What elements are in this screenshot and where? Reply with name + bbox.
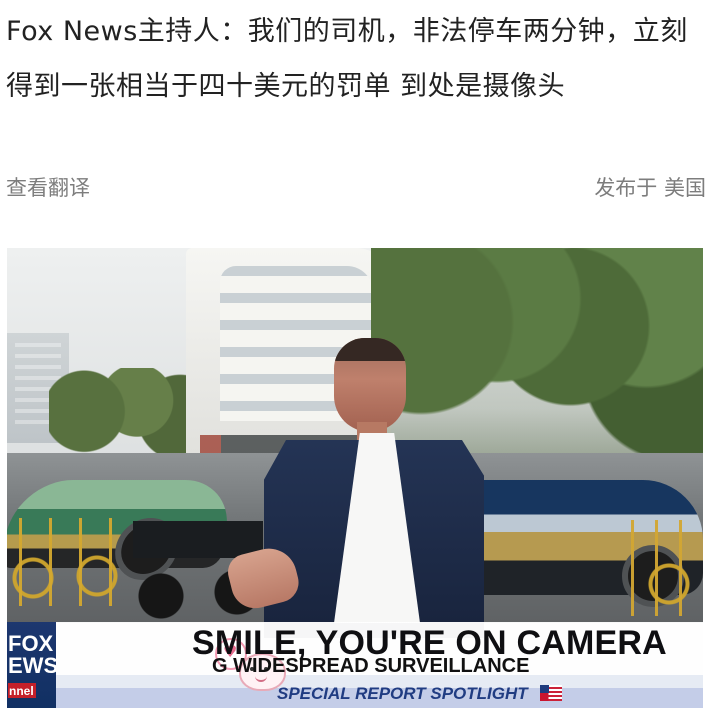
network-logo-line-3: nnel bbox=[8, 682, 36, 698]
published-location: 发布于 美国 bbox=[594, 176, 706, 200]
network-logo: FOX EWS nnel bbox=[7, 622, 56, 708]
banner-subline: G WIDESPREAD SURVEILLANCE bbox=[212, 655, 530, 677]
news-lower-third: FOX EWS nnel SMILE, YOU'RE ON CAMERA G W… bbox=[7, 622, 703, 708]
right-bike-rack bbox=[621, 520, 703, 616]
spotlight-bar: SPECIAL REPORT SPOTLIGHT bbox=[277, 682, 703, 704]
content-spacer bbox=[0, 205, 716, 241]
left-bike-rack bbox=[7, 518, 137, 606]
distant-trees bbox=[49, 368, 209, 458]
post-headline: Fox News主持人：我们的司机，非法停车两分钟，立刻得到一张相当于四十美元的… bbox=[6, 16, 688, 102]
post-meta-row: 查看翻译 发布于 美国 bbox=[6, 170, 706, 204]
spotlight-label: SPECIAL REPORT SPOTLIGHT bbox=[277, 683, 528, 703]
network-logo-line-2: EWS bbox=[8, 652, 56, 678]
network-logo-line-1: FOX bbox=[8, 630, 54, 656]
video-frame[interactable]: FOX EWS nnel SMILE, YOU'RE ON CAMERA G W… bbox=[7, 248, 703, 708]
presenter bbox=[224, 338, 485, 638]
flag-icon bbox=[539, 685, 562, 701]
presenter-head bbox=[334, 338, 406, 432]
translate-link[interactable]: 查看翻译 bbox=[6, 172, 90, 202]
